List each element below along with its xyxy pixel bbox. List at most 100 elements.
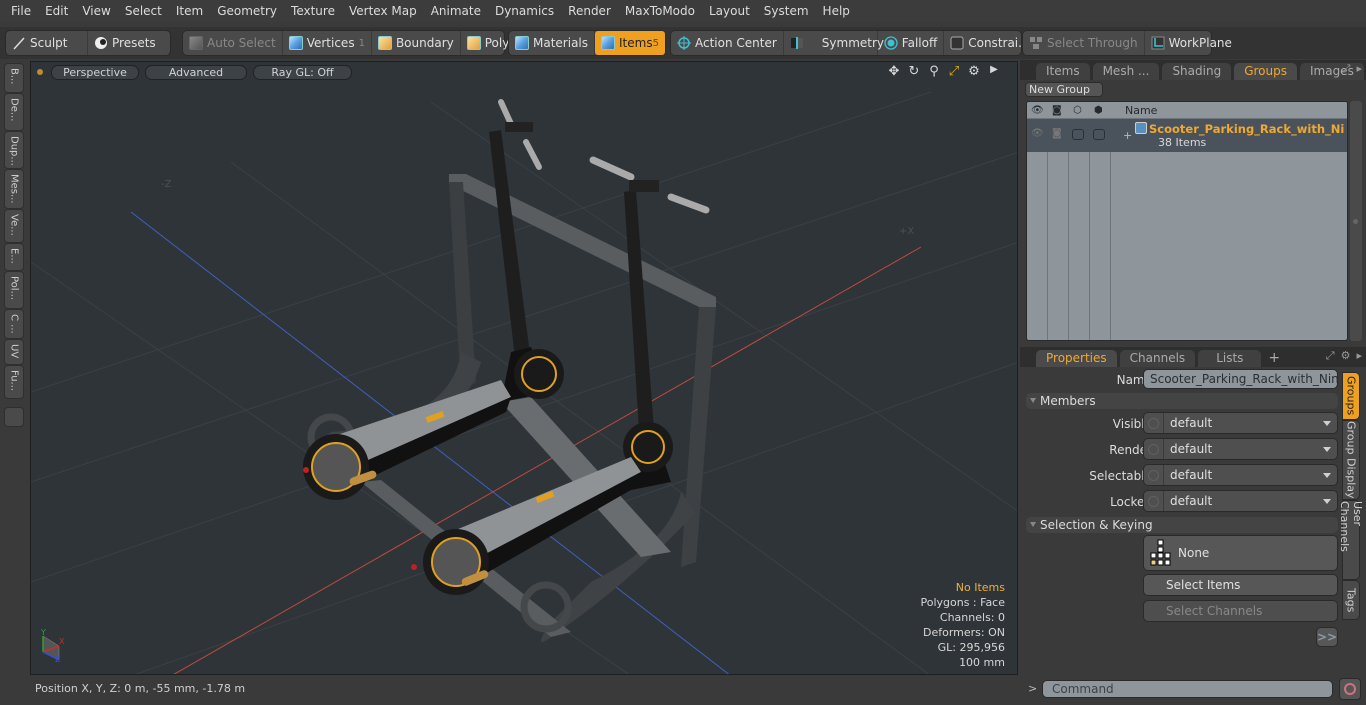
menu-layout[interactable]: Layout — [702, 0, 757, 22]
left-tab-vertex[interactable]: Ve... — [4, 209, 24, 243]
locked-dropdown[interactable]: default — [1143, 490, 1338, 512]
visible-dropdown[interactable]: default — [1143, 412, 1338, 434]
locked-keyframe-icon[interactable] — [1148, 496, 1159, 507]
auto-select-button[interactable]: Auto Select — [183, 31, 283, 55]
boundary-button[interactable]: Boundary — [372, 31, 461, 55]
menu-item[interactable]: Item — [169, 0, 210, 22]
add-tab-icon[interactable]: + — [1264, 350, 1284, 367]
tab-items[interactable]: Items — [1036, 63, 1090, 80]
name-field[interactable]: Scooter_Parking_Rack_with_Ninebot_ — [1143, 369, 1338, 389]
side-tab-tags[interactable]: Tags — [1342, 580, 1360, 620]
menu-select[interactable]: Select — [118, 0, 169, 22]
sculpt-button[interactable]: Sculpt — [6, 31, 88, 55]
left-tab-fusion[interactable]: Fu... — [4, 365, 24, 399]
menu-edit[interactable]: Edit — [38, 0, 75, 22]
group-row[interactable]: 👁 ◙ + Scooter_Parking_Rack_with_Ni ... 3… — [1027, 119, 1347, 152]
side-tab-user-channels[interactable]: User Channels — [1338, 500, 1364, 580]
menu-render[interactable]: Render — [561, 0, 618, 22]
select-channels-button[interactable]: Select Channels — [1143, 600, 1338, 622]
lock-cube-icon[interactable]: ⬡ — [1073, 102, 1082, 119]
tab-properties[interactable]: Properties — [1036, 350, 1117, 367]
side-tab-groups[interactable]: Groups — [1342, 372, 1360, 420]
left-tab-deform[interactable]: De... — [4, 93, 24, 131]
3d-viewport[interactable]: -Z +X Y X Z Perspective Advanced Ray GL:… — [30, 61, 1018, 675]
selection-keying-section-header[interactable]: Selection & Keying — [1026, 517, 1338, 533]
tab-mesh[interactable]: Mesh ... — [1092, 63, 1160, 80]
menu-maxtomodo[interactable]: MaxToModo — [618, 0, 702, 22]
viewport-options-dot-icon[interactable] — [37, 69, 43, 75]
render-keyframe-icon[interactable] — [1148, 444, 1159, 455]
play-icon[interactable]: ▶ — [987, 64, 1001, 79]
fit-icon[interactable]: ⤢ — [947, 64, 961, 79]
menu-dynamics[interactable]: Dynamics — [488, 0, 561, 22]
symmetry-button[interactable]: Symmetry — [784, 31, 884, 55]
tab-shading[interactable]: Shading — [1162, 63, 1232, 80]
tab-lists[interactable]: Lists — [1198, 350, 1262, 367]
scrollbar-handle[interactable] — [1353, 219, 1358, 224]
command-input[interactable]: Command — [1042, 680, 1333, 698]
menu-texture[interactable]: Texture — [284, 0, 342, 22]
shading-dropdown[interactable]: Advanced — [145, 64, 247, 80]
row-select-checkbox[interactable] — [1093, 129, 1105, 140]
name-column-header[interactable]: Name — [1125, 102, 1157, 119]
selectable-keyframe-icon[interactable] — [1148, 470, 1159, 481]
view-mode-dropdown[interactable]: Perspective — [51, 64, 139, 80]
menu-file[interactable]: File — [4, 0, 38, 22]
select-through-button[interactable]: Select Through — [1023, 31, 1145, 55]
menu-view[interactable]: View — [75, 0, 117, 22]
menu-animate[interactable]: Animate — [424, 0, 488, 22]
row-lock-checkbox[interactable] — [1072, 129, 1084, 140]
more-button[interactable]: >> — [1316, 627, 1338, 647]
eye-icon[interactable]: 👁 — [1031, 102, 1044, 119]
left-tab-curve[interactable]: C ... — [4, 309, 24, 339]
zoom-icon[interactable]: ⚲ — [927, 64, 941, 79]
selectable-dropdown[interactable]: default — [1143, 464, 1338, 486]
left-tab-mesh-edit[interactable]: Mes... — [4, 169, 24, 209]
viewport-tools: ✥ ↻ ⚲ ⤢ ⚙ ▶ — [887, 64, 1001, 79]
row-camera-icon[interactable]: ◙ — [1052, 128, 1062, 139]
gear-icon[interactable]: ⚙ — [1341, 349, 1351, 363]
select-cube-icon[interactable]: ⬢ — [1094, 102, 1103, 119]
viewport-scene: -Z +X Y X Z — [31, 91, 1017, 674]
maximize-icon[interactable]: ⤢ — [1326, 349, 1335, 363]
row-eye-icon[interactable]: 👁 — [1031, 128, 1044, 139]
select-items-button[interactable]: Select Items — [1143, 574, 1338, 596]
side-tab-group-display[interactable]: Group Display — [1342, 420, 1360, 500]
left-tab-basic[interactable]: B... — [4, 63, 24, 93]
panel-menu-arrow-icon[interactable]: ▸ — [1356, 62, 1362, 76]
left-tab-edge[interactable]: E... — [4, 243, 24, 271]
visible-keyframe-icon[interactable] — [1148, 418, 1159, 429]
move-icon[interactable]: ✥ — [887, 64, 901, 79]
maximize-icon[interactable]: ⤢ — [1342, 62, 1351, 76]
left-tab-duplicate[interactable]: Dup... — [4, 131, 24, 169]
vertices-label: Vertices — [306, 36, 355, 50]
record-macro-button[interactable] — [1339, 678, 1361, 700]
action-center-button[interactable]: Action Center — [671, 31, 784, 55]
workplane-button[interactable]: WorkPlane — [1145, 31, 1238, 55]
left-tab-uv[interactable]: UV — [4, 339, 24, 365]
left-tab-polygon[interactable]: Pol... — [4, 271, 24, 309]
new-group-button[interactable]: New Group — [1025, 82, 1103, 97]
panel-menu-arrow-icon[interactable]: ▸ — [1356, 349, 1362, 363]
presets-button[interactable]: Presets — [88, 31, 162, 55]
expand-icon[interactable]: + — [1123, 129, 1132, 142]
tab-groups[interactable]: Groups — [1234, 63, 1297, 80]
menu-vertex-map[interactable]: Vertex Map — [342, 0, 424, 22]
vertices-button[interactable]: Vertices 1 — [283, 31, 372, 55]
gear-icon[interactable]: ⚙ — [967, 64, 981, 79]
menu-help[interactable]: Help — [816, 0, 857, 22]
tab-channels[interactable]: Channels — [1119, 350, 1196, 367]
falloff-button[interactable]: Falloff — [878, 31, 945, 55]
rotate-icon[interactable]: ↻ — [907, 64, 921, 79]
left-tab-extra[interactable] — [4, 407, 24, 427]
materials-button[interactable]: Materials — [509, 31, 596, 55]
menu-geometry[interactable]: Geometry — [210, 0, 284, 22]
render-dropdown[interactable]: default — [1143, 438, 1338, 460]
group-list-scrollbar[interactable] — [1350, 101, 1362, 341]
members-section-header[interactable]: Members — [1026, 393, 1338, 409]
selection-mode-button[interactable]: None — [1143, 535, 1338, 571]
items-button[interactable]: Items 5 — [595, 31, 665, 55]
raygl-toggle[interactable]: Ray GL: Off — [253, 64, 352, 80]
camera-icon[interactable]: ◙ — [1052, 102, 1062, 119]
menu-system[interactable]: System — [757, 0, 816, 22]
